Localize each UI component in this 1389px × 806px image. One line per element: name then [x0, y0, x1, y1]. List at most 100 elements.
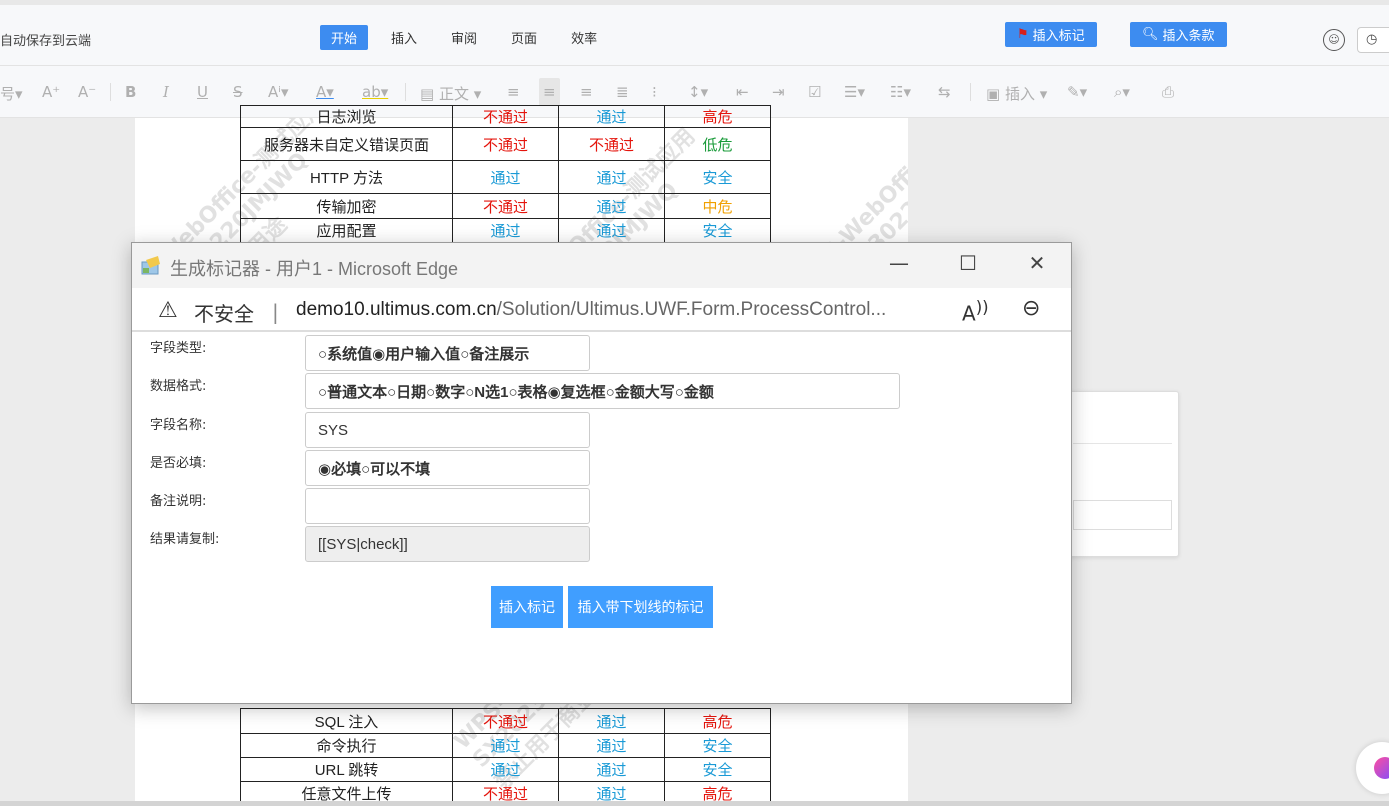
risk-level: 安全 — [664, 218, 771, 243]
data-format-label: 数据格式: — [150, 379, 207, 394]
not-secure-label[interactable]: 不安全 — [194, 298, 254, 327]
radio-empty-icon[interactable]: ○ — [361, 461, 370, 478]
insert-dropdown[interactable]: ▣ 插入 ▾ — [986, 83, 1047, 104]
tab-start[interactable]: 开始 — [320, 25, 369, 50]
risk-item-name: 传输加密 — [240, 193, 453, 219]
decrease-font-icon[interactable]: A⁻ — [78, 83, 96, 101]
strikethrough-icon[interactable]: S — [233, 83, 243, 101]
autosave-status: 自动保存到云端 — [0, 34, 92, 49]
insert-underline-mark-button[interactable]: 插入带下划线的标记 — [568, 586, 713, 628]
tab-review[interactable]: 审阅 — [440, 25, 488, 50]
required-radio-group: ◉必填 ○可以不填 — [305, 450, 590, 486]
underline-icon[interactable]: U — [197, 83, 208, 101]
field-type-option[interactable]: ○系统值 — [318, 343, 372, 364]
radio-empty-icon[interactable]: ○ — [426, 384, 435, 401]
url-text[interactable]: demo10.ultimus.com.cn/Solution/Ultimus.U… — [296, 299, 886, 321]
line-spacing-icon[interactable]: ↕▾ — [688, 83, 708, 101]
tools-icon[interactable]: ✎▾ — [1067, 83, 1087, 101]
risk-item-name: URL 跳转 — [240, 757, 453, 782]
maximize-icon[interactable]: ☐ — [953, 251, 983, 275]
align-right-icon[interactable]: ≡ — [580, 83, 593, 101]
align-center-icon[interactable]: ≡ — [539, 78, 560, 106]
remark-label: 备注说明: — [150, 494, 207, 509]
tab-page[interactable]: 页面 — [500, 25, 548, 50]
assistant-orb-button[interactable] — [1356, 742, 1389, 794]
style-dropdown[interactable]: ▤ 正文 ▾ — [420, 83, 481, 104]
field-type-option[interactable]: ◉用户输入值 — [372, 343, 460, 364]
insert-clause-button[interactable]: 🔍︎ 插入条款 — [1130, 22, 1227, 47]
radio-empty-icon[interactable]: ○ — [460, 346, 469, 363]
history-clock-icon[interactable]: ◷ — [1357, 27, 1389, 53]
numbered-list-icon[interactable]: ☷▾ — [890, 83, 911, 101]
data-format-option[interactable]: ◉复选框 — [548, 381, 606, 402]
indent-increase-icon[interactable]: ⇥ — [772, 83, 785, 101]
radio-selected-icon[interactable]: ◉ — [318, 461, 331, 478]
field-type-option[interactable]: ○备注展示 — [460, 343, 529, 364]
risk-item-name: HTTP 方法 — [240, 160, 453, 194]
radio-empty-icon[interactable]: ○ — [606, 384, 615, 401]
superscript-icon[interactable]: Aⁱ▾ — [268, 83, 288, 101]
checkbox-icon[interactable]: ☑ — [808, 83, 821, 101]
text-direction-icon[interactable]: ⇆ — [938, 83, 951, 101]
field-type-radio-group: ○系统值 ◉用户输入值 ○备注展示 — [305, 335, 590, 371]
minimize-icon[interactable]: — — [884, 251, 914, 275]
radio-empty-icon[interactable]: ○ — [675, 384, 684, 401]
remark-input[interactable] — [305, 488, 590, 524]
warning-icon[interactable]: ⚠ — [158, 298, 178, 323]
radio-selected-icon[interactable]: ◉ — [372, 346, 385, 363]
italic-icon[interactable]: I — [163, 83, 169, 101]
app-icon — [141, 256, 160, 275]
align-left-icon[interactable]: ≡ — [507, 83, 520, 101]
table-row: 服务器未自定义错误页面 不通过 不通过 低危 — [240, 127, 771, 161]
insert-mark-toolbar-button[interactable]: ⚑ 插入标记 — [1005, 22, 1097, 47]
print-icon[interactable]: ⎙ — [1162, 83, 1174, 101]
data-format-option[interactable]: ○普通文本 — [318, 381, 387, 402]
zoom-out-icon[interactable]: ⊖ — [1022, 296, 1040, 321]
indent-decrease-icon[interactable]: ⇤ — [736, 83, 749, 101]
font-size-dropdown[interactable]: 号▾ — [0, 83, 23, 104]
justify-icon[interactable]: ≣ — [616, 83, 629, 101]
required-option[interactable]: ◉必填 — [318, 458, 361, 479]
required-option[interactable]: ○可以不填 — [361, 458, 430, 479]
read-aloud-icon[interactable]: A)) — [962, 298, 989, 326]
table-row: 命令执行 通过 通过 安全 — [240, 733, 771, 758]
highlight-icon[interactable]: ab▾ — [362, 83, 388, 101]
bold-icon[interactable]: B — [125, 83, 136, 101]
risk-level: 中危 — [664, 193, 771, 219]
test-result-2: 通过 — [558, 757, 665, 782]
data-format-option[interactable]: ○数字 — [426, 381, 465, 402]
search-icon: 🔍︎ — [1142, 27, 1159, 42]
tab-insert[interactable]: 插入 — [380, 25, 428, 50]
address-bar[interactable]: ⚠ 不安全 | demo10.ultimus.com.cn/Solution/U… — [132, 288, 1071, 332]
data-format-option[interactable]: ○金额 — [675, 381, 714, 402]
distribute-icon[interactable]: ⁝ — [652, 83, 657, 101]
radio-empty-icon[interactable]: ○ — [387, 384, 396, 401]
security-result-table: 日志浏览 不通过 通过 高危 服务器未自定义错误页面 不通过 不通过 低危 HTTP 方法 通过通… — [240, 105, 771, 243]
data-format-option[interactable]: ○N选1 — [465, 381, 508, 402]
radio-empty-icon[interactable]: ○ — [318, 346, 327, 363]
radio-empty-icon[interactable]: ○ — [465, 384, 474, 401]
result-output[interactable]: [[SYS|check]] — [305, 526, 590, 562]
radio-empty-icon[interactable]: ○ — [508, 384, 517, 401]
close-icon[interactable]: ✕ — [1022, 251, 1052, 275]
bullet-list-icon[interactable]: ☰▾ — [844, 83, 865, 101]
data-format-option[interactable]: ○金额大写 — [606, 381, 675, 402]
risk-item-name: 日志浏览 — [240, 105, 453, 128]
find-icon[interactable]: ⌕▾ — [1114, 83, 1130, 101]
avatar-icon[interactable]: ☺ — [1323, 29, 1345, 51]
window-titlebar[interactable]: 生成标记器 - 用户1 - Microsoft Edge — ☐ ✕ — [132, 243, 1071, 288]
field-name-input[interactable]: SYS — [305, 412, 590, 448]
tab-efficiency[interactable]: 效率 — [560, 25, 608, 50]
background-input[interactable] — [1073, 500, 1172, 530]
data-format-option[interactable]: ○表格 — [508, 381, 547, 402]
font-color-icon[interactable]: A▾ — [316, 83, 334, 101]
radio-selected-icon[interactable]: ◉ — [548, 384, 561, 401]
insert-mark-button[interactable]: 插入标记 — [491, 586, 563, 628]
risk-level: 低危 — [664, 127, 771, 161]
horizontal-scrollbar[interactable] — [0, 801, 1389, 806]
increase-font-icon[interactable]: A⁺ — [42, 83, 60, 101]
radio-empty-icon[interactable]: ○ — [318, 384, 327, 401]
app-header: 自动保存到云端 开始 插入 审阅 页面 效率 ⚑ 插入标记 🔍︎ 插入条款 ☺ … — [0, 0, 1389, 66]
data-format-option[interactable]: ○日期 — [387, 381, 426, 402]
test-result-1: 不通过 — [452, 105, 559, 128]
